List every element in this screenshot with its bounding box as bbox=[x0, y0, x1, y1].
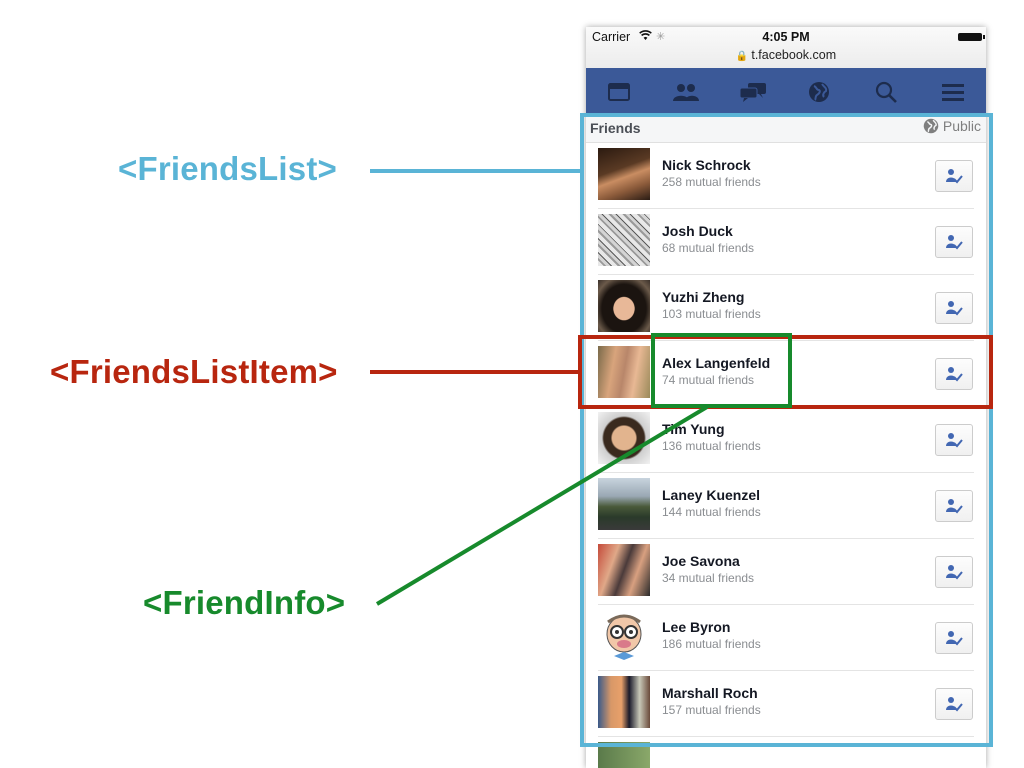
address-bar[interactable]: 🔒 t.facebook.com bbox=[586, 48, 986, 62]
friend-list-item[interactable]: Yuzhi Zheng 103 mutual friends bbox=[598, 275, 974, 341]
friend-check-icon bbox=[946, 235, 963, 250]
friends-list-item-annotation-label: <FriendsListItem> bbox=[50, 353, 338, 390]
avatar[interactable] bbox=[598, 346, 650, 398]
cartoon-avatar-icon bbox=[606, 614, 642, 660]
friends-status-button[interactable] bbox=[935, 622, 973, 654]
section-title: Friends bbox=[590, 120, 641, 136]
mutual-friends-count: 34 mutual friends bbox=[662, 571, 755, 585]
friend-info: Laney Kuenzel 144 mutual friends bbox=[662, 487, 761, 520]
friends-list: Nick Schrock 258 mutual friends Josh Duc… bbox=[586, 143, 986, 768]
friends-status-button[interactable] bbox=[935, 688, 973, 720]
friends-status-button[interactable] bbox=[935, 358, 973, 390]
friends-status-button[interactable] bbox=[935, 292, 973, 324]
friend-name[interactable]: Tim Yung bbox=[662, 421, 761, 438]
mutual-friends-count: 68 mutual friends bbox=[662, 241, 755, 255]
friend-name[interactable]: Lee Byron bbox=[662, 619, 761, 636]
friend-name[interactable]: Laney Kuenzel bbox=[662, 487, 761, 504]
friend-check-icon bbox=[946, 433, 963, 448]
avatar[interactable] bbox=[598, 676, 650, 728]
friends-icon[interactable] bbox=[668, 77, 704, 107]
avatar[interactable] bbox=[598, 544, 650, 596]
friend-info: Tim Yung 136 mutual friends bbox=[662, 421, 761, 454]
friend-check-icon bbox=[946, 499, 963, 514]
friend-check-icon bbox=[946, 565, 963, 580]
news-feed-icon[interactable] bbox=[601, 77, 637, 107]
friend-info-annotation-label: <FriendInfo> bbox=[143, 584, 346, 621]
mutual-friends-count: 74 mutual friends bbox=[662, 373, 755, 387]
mutual-friends-count: 157 mutual friends bbox=[662, 703, 761, 717]
friend-info: Josh Duck 68 mutual friends bbox=[662, 223, 754, 256]
friend-info: Nick Schrock 258 mutual friends bbox=[662, 157, 761, 190]
friend-list-item[interactable]: Tim Yung 136 mutual friends bbox=[598, 407, 974, 473]
friend-name[interactable]: Marshall Roch bbox=[662, 685, 761, 702]
friends-status-button[interactable] bbox=[935, 226, 973, 258]
menu-icon[interactable] bbox=[935, 77, 971, 107]
friend-name[interactable]: Joe Savona bbox=[662, 553, 754, 570]
notifications-globe-icon[interactable] bbox=[801, 77, 837, 107]
battery-icon bbox=[958, 33, 985, 41]
friends-list-annotation-label: <FriendsList> bbox=[118, 150, 338, 187]
friend-check-icon bbox=[946, 301, 963, 316]
friends-status-button[interactable] bbox=[935, 424, 973, 456]
friend-name[interactable]: Yuzhi Zheng bbox=[662, 289, 761, 306]
friends-status-button[interactable] bbox=[935, 556, 973, 588]
friend-check-icon bbox=[946, 697, 963, 712]
friend-list-item-partial[interactable] bbox=[598, 737, 974, 768]
friend-name[interactable]: Josh Duck bbox=[662, 223, 754, 240]
friend-info: Joe Savona 34 mutual friends bbox=[662, 553, 754, 586]
status-bar: Carrier ✳ 4:05 PM 🔒 t.facebook.com bbox=[586, 27, 986, 69]
friend-list-item[interactable]: Marshall Roch 157 mutual friends bbox=[598, 671, 974, 737]
friend-info: Alex Langenfeld 74 mutual friends bbox=[662, 355, 770, 388]
messages-icon[interactable] bbox=[735, 77, 771, 107]
friend-name[interactable]: Alex Langenfeld bbox=[662, 355, 770, 372]
friend-list-item[interactable]: Lee Byron 186 mutual friends bbox=[598, 605, 974, 671]
avatar[interactable] bbox=[598, 478, 650, 530]
friend-list-item[interactable]: Joe Savona 34 mutual friends bbox=[598, 539, 974, 605]
friends-status-button[interactable] bbox=[935, 160, 973, 192]
friend-check-icon bbox=[946, 367, 963, 382]
friend-info: Yuzhi Zheng 103 mutual friends bbox=[662, 289, 761, 322]
friends-section-header: Friends Public bbox=[586, 115, 986, 143]
friend-list-item[interactable]: Nick Schrock 258 mutual friends bbox=[598, 143, 974, 209]
friend-name[interactable]: Nick Schrock bbox=[662, 157, 761, 174]
mutual-friends-count: 136 mutual friends bbox=[662, 439, 761, 453]
mutual-friends-count: 258 mutual friends bbox=[662, 175, 761, 189]
avatar[interactable] bbox=[598, 148, 650, 200]
clock: 4:05 PM bbox=[762, 30, 810, 44]
url-text: t.facebook.com bbox=[751, 48, 837, 62]
friend-info: Marshall Roch 157 mutual friends bbox=[662, 685, 761, 718]
mutual-friends-count: 144 mutual friends bbox=[662, 505, 761, 519]
friend-check-icon bbox=[946, 169, 963, 184]
mutual-friends-count: 186 mutual friends bbox=[662, 637, 761, 651]
avatar[interactable] bbox=[598, 742, 650, 768]
top-nav-bar bbox=[586, 68, 986, 115]
phone-screen: Carrier ✳ 4:05 PM 🔒 t.facebook.com Frien… bbox=[586, 27, 986, 768]
avatar[interactable] bbox=[598, 280, 650, 332]
privacy-selector[interactable]: Public bbox=[923, 118, 981, 134]
search-icon[interactable] bbox=[868, 77, 904, 107]
mutual-friends-count: 103 mutual friends bbox=[662, 307, 761, 321]
lock-icon: 🔒 bbox=[735, 51, 749, 62]
avatar[interactable] bbox=[598, 214, 650, 266]
friend-list-item[interactable]: Alex Langenfeld 74 mutual friends bbox=[598, 341, 974, 407]
friend-info: Lee Byron 186 mutual friends bbox=[662, 619, 761, 652]
friend-list-item[interactable]: Josh Duck 68 mutual friends bbox=[598, 209, 974, 275]
globe-icon bbox=[923, 118, 939, 134]
friend-list-item[interactable]: Laney Kuenzel 144 mutual friends bbox=[598, 473, 974, 539]
privacy-label: Public bbox=[942, 118, 981, 134]
avatar[interactable] bbox=[598, 412, 650, 464]
friend-check-icon bbox=[946, 631, 963, 646]
friends-status-button[interactable] bbox=[935, 490, 973, 522]
avatar[interactable] bbox=[598, 610, 650, 662]
